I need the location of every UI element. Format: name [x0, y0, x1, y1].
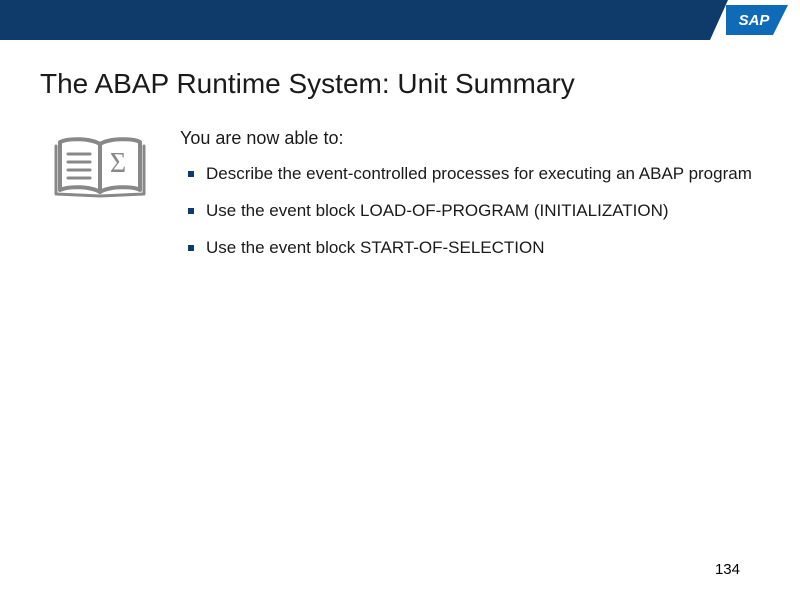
logo-container: SAP [710, 0, 800, 40]
list-item: Use the event block LOAD-OF-PROGRAM (INI… [188, 200, 760, 223]
list-item: Describe the event-controlled processes … [188, 163, 760, 186]
header-bar: SAP [0, 0, 800, 40]
logo-text: SAP [739, 12, 770, 29]
page-number: 134 [715, 561, 740, 578]
page-title: The ABAP Runtime System: Unit Summary [0, 40, 800, 118]
list-item: Use the event block START-OF-SELECTION [188, 237, 760, 260]
bullet-list: Describe the event-controlled processes … [180, 163, 760, 260]
text-column: You are now able to: Describe the event-… [170, 128, 760, 274]
open-book-icon: Σ [50, 134, 170, 204]
content-area: Σ You are now able to: Describe the even… [0, 118, 800, 274]
logo-inner: SAP [726, 5, 788, 35]
intro-text: You are now able to: [180, 128, 760, 149]
icon-column: Σ [50, 128, 170, 274]
logo-bg: SAP [710, 0, 800, 40]
svg-text:Σ: Σ [110, 148, 126, 179]
